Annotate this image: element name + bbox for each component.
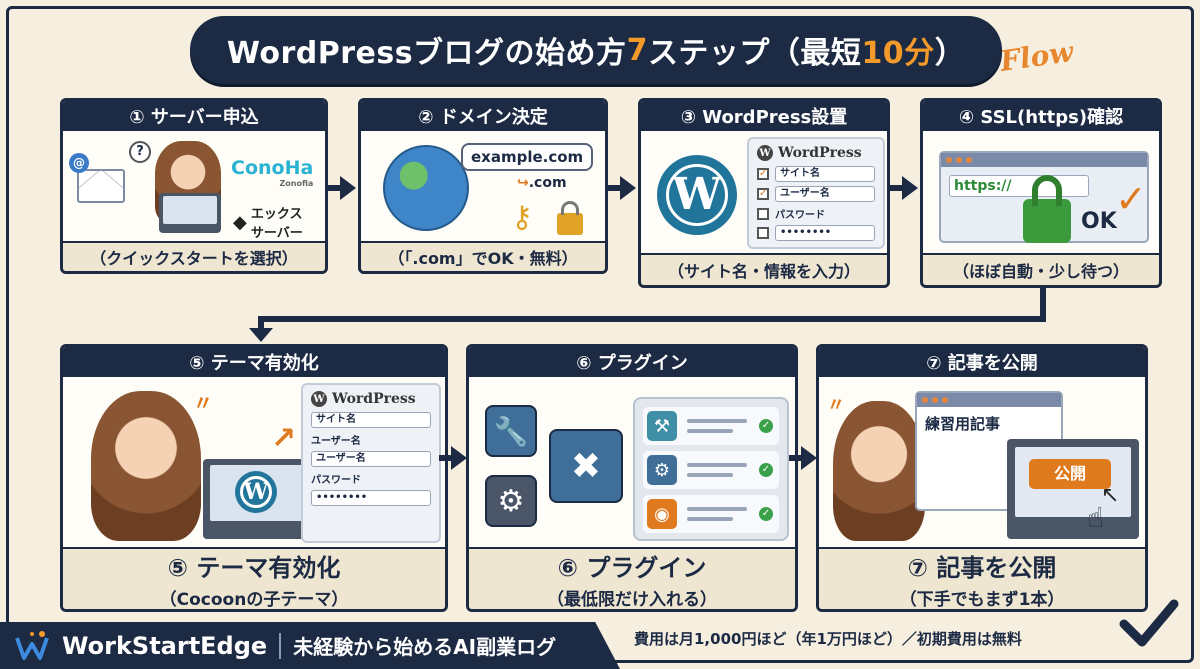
step-7-caption-note: （下手でもまず1本） <box>899 590 1065 610</box>
brand-name: WorkStartEdge <box>62 631 268 660</box>
arrow-right-icon <box>890 176 918 200</box>
step-1-heading: ① サーバー申込 <box>63 101 325 131</box>
question-bubble: ? <box>129 141 151 163</box>
username-field: ユーザー名 <box>775 186 875 202</box>
username-label: ユーザー名 <box>311 436 361 447</box>
step-6-heading: ⑥ プラグイン <box>469 347 795 377</box>
footer-brand-bar: WorkStartEdge 未経験から始めるAI副業ログ <box>0 622 620 669</box>
sparkle-icon: 〃 <box>827 395 845 416</box>
step-6-caption: ⑥ プラグイン （最低限だけ入れる） <box>469 549 795 609</box>
globe-icon <box>383 145 469 231</box>
step-7-caption: ⑦ 記事を公開 （下手でもまず1本） <box>819 549 1145 609</box>
step-4-heading: ④ SSL(https)確認 <box>923 101 1159 131</box>
plugin-row: ⚙ ✓ <box>643 451 779 489</box>
step-2-note: （「.com」でOK・無料） <box>361 243 605 271</box>
password-field: •••••••• <box>311 490 431 506</box>
laptop-icon <box>159 193 221 233</box>
title-step-count: 7 <box>626 32 648 68</box>
step-2-heading: ② ドメイン決定 <box>361 101 605 131</box>
pointing-hand-icon: ☝ <box>1087 501 1105 534</box>
step-3-note: （サイト名・情報を入力） <box>641 255 887 285</box>
brand-tagline: 未経験から始めるAI副業ログ <box>293 635 557 659</box>
arrow-right-icon <box>789 446 817 470</box>
password-label: パスワード <box>311 475 361 486</box>
woman-avatar <box>91 391 201 541</box>
padlock-icon <box>557 201 583 235</box>
cost-note: 費用は月1,000円ほど（年1万円ほど）／初期費用は無料 <box>634 629 1022 648</box>
step-card-4: ④ SSL(https)確認 https:// OK ✓ （ほぼ自動・少し待つ） <box>920 98 1162 288</box>
step-2-illustration: example.com ↪.com ⚷ <box>361 131 605 243</box>
username-field: ユーザー名 <box>311 451 431 467</box>
wp-brand-name: WordPress <box>332 391 416 407</box>
arrow-right-icon <box>439 446 467 470</box>
step-6-illustration: 🔧 ✖ ⚙ ⚒ ✓ ⚙ ✓ ◉ ✓ <box>469 377 795 549</box>
wp-brand-name: WordPress <box>778 145 862 161</box>
arrow-right-icon <box>328 176 356 200</box>
password-field: •••••••• <box>775 225 875 241</box>
step-5-caption-title: ⑤ テーマ有効化 <box>167 554 341 582</box>
page-title: WordPressブログの始め方 7 ステップ（最短 10分） <box>190 16 1002 84</box>
plugin-list: ⚒ ✓ ⚙ ✓ ◉ ✓ <box>633 397 789 541</box>
ssl-lock-icon <box>1023 174 1071 243</box>
brand-divider <box>279 632 282 659</box>
tld-label: ↪.com <box>517 175 567 191</box>
step-card-1: ① サーバー申込 @ ? ConoHa Zonofia ◆ エックス サーバー （… <box>60 98 328 274</box>
step-card-5: ⑤ テーマ有効化 〃 W ↗ W WordPress サイト名 ユーザー名 ユーザ… <box>60 344 448 612</box>
conoha-logo: ConoHa Zonofia <box>231 157 314 188</box>
step-3-heading: ③ WordPress設置 <box>641 101 887 131</box>
theme-setup-form: W WordPress サイト名 ユーザー名 ユーザー名 パスワード ••••••… <box>301 383 441 543</box>
sparkle-icon: 〃 <box>193 391 213 415</box>
https-url: https:// <box>949 175 1089 197</box>
arrow-right-icon <box>608 176 636 200</box>
arrow-up-icon: ↗ <box>271 421 297 456</box>
wordpress-logo: W <box>657 155 737 235</box>
big-check-icon <box>1118 596 1180 652</box>
title-main: WordPressブログの始め方 <box>226 36 627 71</box>
publish-button[interactable]: 公開 <box>1029 459 1111 489</box>
arrow-down-icon <box>249 328 273 342</box>
step-5-caption-note: （Cocoonの子テーマ） <box>159 590 349 610</box>
key-icon: ⚷ <box>511 200 533 235</box>
article-title: 練習用記事 <box>925 415 1001 433</box>
step-5-heading: ⑤ テーマ有効化 <box>63 347 445 377</box>
step-4-illustration: https:// OK ✓ <box>923 131 1159 255</box>
plugin-row: ◉ ✓ <box>643 495 779 533</box>
brand-logo-icon <box>14 628 50 664</box>
title-close: ） <box>934 36 966 71</box>
title-time: 10分 <box>861 36 935 71</box>
step-7-illustration: 〃 練習用記事 公開 ↖ ☝ <box>819 377 1145 549</box>
gear-icon: ⚙ <box>485 475 537 527</box>
step-7-heading: ⑦ 記事を公開 <box>819 347 1145 377</box>
wordpress-logo: W <box>235 471 277 513</box>
step-6-caption-title: ⑥ プラグイン <box>557 554 707 582</box>
mail-icon: @ <box>69 153 125 203</box>
tools-icon: ✖ <box>549 429 623 503</box>
at-sign: @ <box>69 153 89 173</box>
site-name-field: サイト名 <box>775 166 875 182</box>
step-card-6: ⑥ プラグイン 🔧 ✖ ⚙ ⚒ ✓ ⚙ ✓ ◉ ✓ ⑥ プラグイン （最低限だけ入れる… <box>466 344 798 612</box>
step-6-caption-note: （最低限だけ入れる） <box>547 590 717 610</box>
step-1-illustration: @ ? ConoHa Zonofia ◆ エックス サーバー <box>63 131 325 243</box>
step-7-caption-title: ⑦ 記事を公開 <box>907 554 1057 582</box>
step-1-note: （クイックスタートを選択） <box>63 243 325 271</box>
step-5-caption: ⑤ テーマ有効化 （Cocoonの子テーマ） <box>63 549 445 609</box>
ok-label: OK <box>1081 209 1117 234</box>
step-card-7: ⑦ 記事を公開 〃 練習用記事 公開 ↖ ☝ ⑦ 記事を公開 （下手でもまず1本… <box>816 344 1148 612</box>
title-steps: ステップ（最短 <box>647 36 862 71</box>
password-label: パスワード <box>775 210 825 221</box>
step-3-illustration: W W WordPress ✓ サイト名 ✓ ユーザー名 パスワード •••••••• <box>641 131 887 255</box>
xserver-logo: ◆ エックス サーバー <box>233 207 303 241</box>
wrench-icon: 🔧 <box>485 405 537 457</box>
wp-setup-form: W WordPress ✓ サイト名 ✓ ユーザー名 パスワード •••••••• <box>747 137 885 249</box>
step-4-note: （ほぼ自動・少し待つ） <box>923 255 1159 285</box>
woman-avatar <box>833 401 925 541</box>
domain-bubble: example.com <box>461 143 594 171</box>
check-icon: ✓ <box>1115 177 1147 221</box>
plugin-row: ⚒ ✓ <box>643 407 779 445</box>
site-name-field: サイト名 <box>311 412 431 428</box>
step-5-illustration: 〃 W ↗ W WordPress サイト名 ユーザー名 ユーザー名 パスワード … <box>63 377 445 549</box>
flow-connector <box>258 316 1046 322</box>
step-card-3: ③ WordPress設置 W W WordPress ✓ サイト名 ✓ ユーザー名 … <box>638 98 890 288</box>
step-card-2: ② ドメイン決定 example.com ↪.com ⚷ （「.com」でOK・… <box>358 98 608 274</box>
